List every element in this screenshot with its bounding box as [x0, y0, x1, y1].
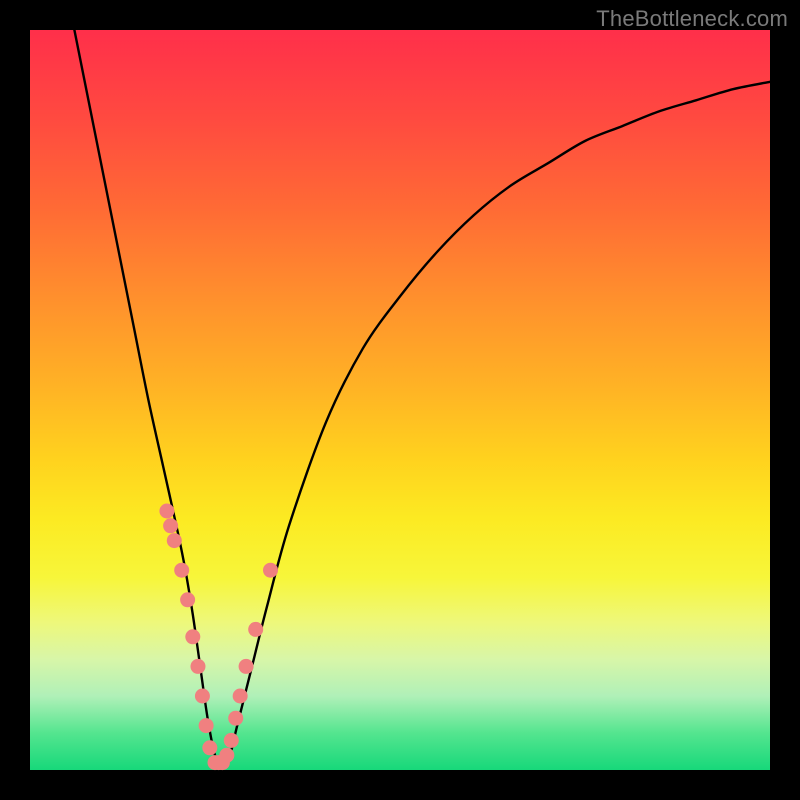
marker-dot: [202, 740, 217, 755]
marker-dot: [228, 711, 243, 726]
marker-dot: [163, 518, 178, 533]
marker-dot: [263, 563, 278, 578]
marker-dot: [219, 748, 234, 763]
marker-dot: [167, 533, 182, 548]
bottleneck-curve: [74, 30, 770, 763]
marker-dot: [199, 718, 214, 733]
watermark-text: TheBottleneck.com: [596, 6, 788, 32]
marker-dot: [159, 504, 174, 519]
marker-dot: [195, 689, 210, 704]
marker-dot: [233, 689, 248, 704]
marker-dot: [190, 659, 205, 674]
chart-svg: [30, 30, 770, 770]
marker-dot: [224, 733, 239, 748]
marker-dot: [248, 622, 263, 637]
marker-dot: [239, 659, 254, 674]
plot-area: [30, 30, 770, 770]
marker-dot: [180, 592, 195, 607]
chart-frame: TheBottleneck.com: [0, 0, 800, 800]
marker-dot: [185, 629, 200, 644]
marker-dot: [174, 563, 189, 578]
